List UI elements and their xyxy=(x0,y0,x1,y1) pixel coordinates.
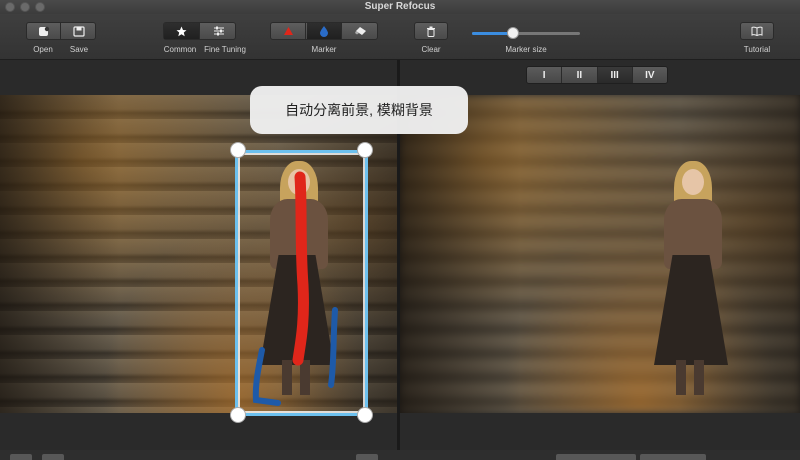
selection-handle-bottom-right[interactable] xyxy=(357,407,373,423)
view-mode-2[interactable]: II xyxy=(562,67,598,83)
open-label: Open xyxy=(33,45,53,54)
export-button[interactable] xyxy=(356,454,378,460)
fine-tuning-label: Fine Tuning xyxy=(204,45,246,54)
mode-button-group xyxy=(163,22,236,40)
subject-girl-preview xyxy=(652,155,732,405)
bottom-bar xyxy=(0,450,800,460)
clear-label: Clear xyxy=(421,45,441,54)
fine-tuning-mode-button[interactable] xyxy=(201,23,236,39)
clear-button[interactable] xyxy=(414,22,448,40)
tutorial-button[interactable] xyxy=(740,22,774,40)
marker-label: Marker xyxy=(311,45,337,54)
marker-button-group xyxy=(270,22,378,40)
marker-size-label: Marker size xyxy=(505,45,547,54)
common-label: Common xyxy=(163,45,197,54)
star-icon xyxy=(176,26,187,36)
window-title: Super Refocus xyxy=(364,1,436,12)
book-icon xyxy=(751,26,763,36)
tutorial-label: Tutorial xyxy=(743,45,771,54)
file-button-group xyxy=(26,22,96,40)
save-button[interactable] xyxy=(62,23,96,39)
compare-view-button[interactable] xyxy=(42,454,64,460)
trash-icon xyxy=(427,26,435,37)
view-mode-1[interactable]: I xyxy=(527,67,563,83)
eraser-icon xyxy=(354,27,366,35)
toolbar: Open Save Common Fine Tuning Marker Clea… xyxy=(0,14,800,60)
app-window: Super Refocus Open Save Common Fine Tuni… xyxy=(0,0,800,460)
open-icon xyxy=(38,26,49,36)
view-mode-4[interactable]: IV xyxy=(632,67,667,83)
bottom-dropdown-2[interactable] xyxy=(640,454,706,460)
selection-handle-bottom-left[interactable] xyxy=(230,407,246,423)
save-icon xyxy=(73,25,85,37)
eraser-button[interactable] xyxy=(343,23,378,39)
save-label: Save xyxy=(69,45,89,54)
selection-handle-top-left[interactable] xyxy=(230,142,246,158)
hint-tooltip: 自动分离前景, 模糊背景 xyxy=(250,86,468,134)
open-button[interactable] xyxy=(27,23,61,39)
foreground-marker-button[interactable] xyxy=(271,23,306,39)
selection-rectangle[interactable] xyxy=(235,150,368,416)
common-mode-button[interactable] xyxy=(164,23,200,39)
sliders-icon xyxy=(213,26,224,36)
red-triangle-icon xyxy=(283,27,293,35)
marker-size-slider[interactable] xyxy=(472,27,580,39)
title-bar: Super Refocus xyxy=(0,0,800,14)
background-marker-button[interactable] xyxy=(307,23,342,39)
view-mode-3[interactable]: III xyxy=(597,67,633,83)
marker-size-slider-knob[interactable] xyxy=(507,27,520,39)
fit-view-button[interactable] xyxy=(10,454,32,460)
bottom-dropdown-1[interactable] xyxy=(556,454,636,460)
preview-photo xyxy=(400,95,800,413)
blue-drop-icon xyxy=(320,26,328,37)
selection-handle-top-right[interactable] xyxy=(357,142,373,158)
view-mode-segmented-control: I II III IV xyxy=(526,66,668,84)
